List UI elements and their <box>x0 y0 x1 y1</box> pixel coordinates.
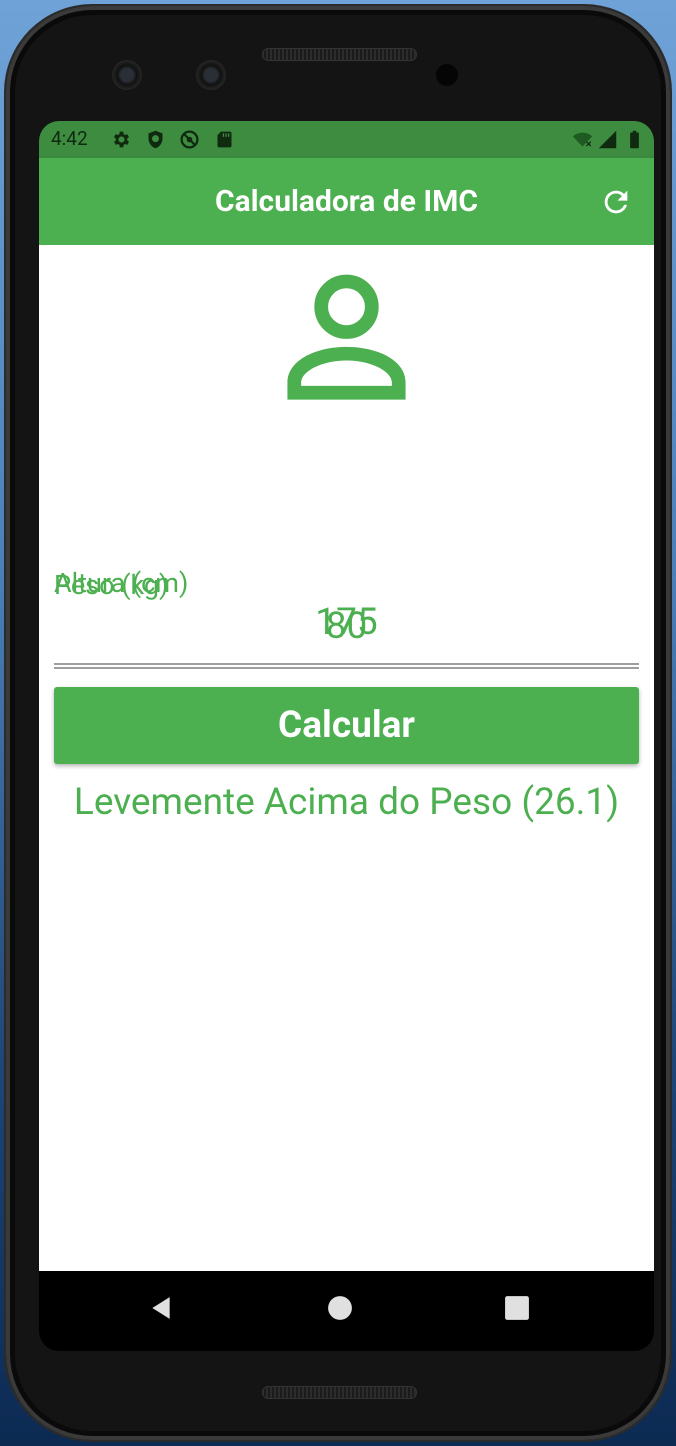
app-title: Calculadora de IMC <box>214 184 479 219</box>
bmi-result-text: Levemente Acima do Peso (26.1) <box>73 781 620 824</box>
form-overlay: Altura (cm) 175 Calcular Levemente Acima… <box>39 245 654 1277</box>
wifi-off-icon <box>572 132 593 147</box>
sd-card-icon <box>217 131 232 148</box>
height-underline <box>54 663 639 665</box>
shield-icon <box>148 130 163 149</box>
front-camera-left <box>112 60 142 90</box>
front-camera-right <box>196 60 226 90</box>
do-not-disturb-icon <box>180 130 199 149</box>
navigation-bar <box>39 1271 654 1345</box>
bottom-speaker <box>262 1386 417 1399</box>
refresh-icon[interactable] <box>599 185 633 219</box>
height-input[interactable]: 175 <box>54 601 639 644</box>
recents-icon[interactable] <box>504 1295 530 1321</box>
cell-signal-icon <box>598 130 617 149</box>
height-label-visible: Altura (cm) <box>54 567 189 599</box>
status-bar: 4:42 <box>39 121 654 158</box>
app-bar: Calculadora de IMC <box>39 158 654 245</box>
home-icon[interactable] <box>327 1295 353 1321</box>
status-time: 4:42 <box>51 127 88 150</box>
back-icon[interactable] <box>148 1295 174 1321</box>
top-speaker <box>262 48 417 61</box>
proximity-sensor <box>436 64 458 86</box>
settings-icon <box>113 131 130 148</box>
calculate-button[interactable]: Calcular <box>54 687 639 764</box>
battery-icon <box>630 130 639 149</box>
